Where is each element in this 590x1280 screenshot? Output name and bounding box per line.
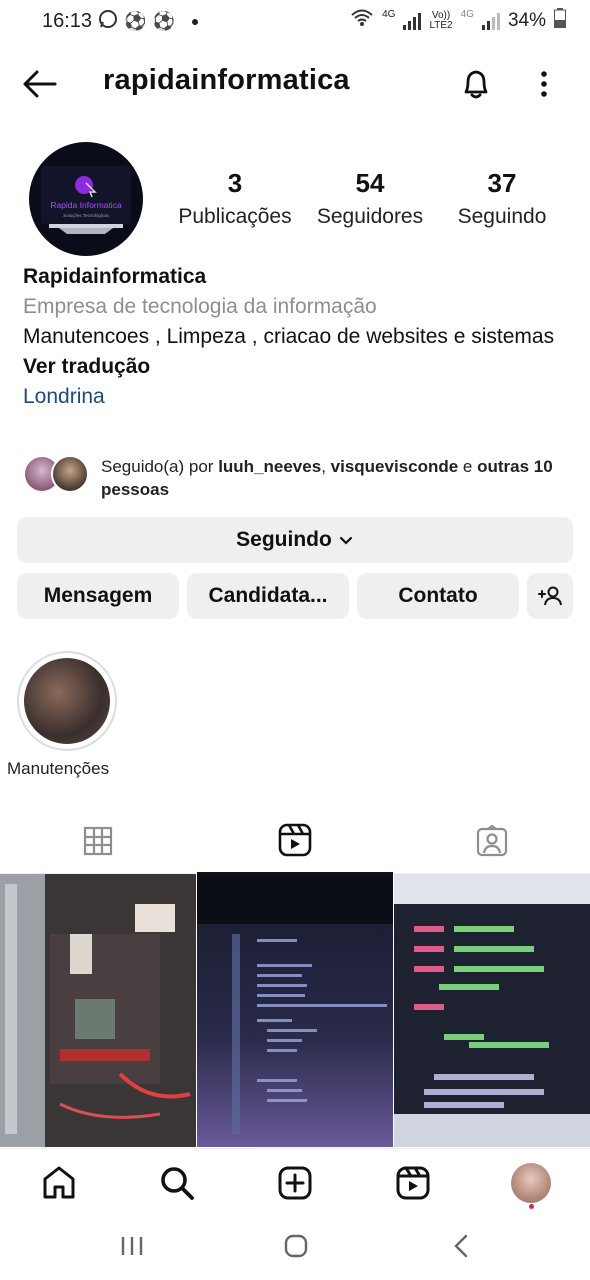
mutual-avatars	[23, 455, 93, 495]
more-vertical-icon	[541, 71, 547, 97]
reels-grid	[0, 874, 590, 1147]
stat-followers-value: 54	[355, 168, 385, 198]
reel-thumbnail[interactable]	[197, 874, 393, 1147]
followed-by-separator: ,	[321, 457, 331, 476]
recent-apps-icon	[121, 1237, 143, 1255]
story-highlight[interactable]: Manutenções	[7, 651, 117, 778]
profile-avatar[interactable]: Rapida Informatica Soluções Tecnológicas	[29, 142, 143, 256]
search-icon	[161, 1167, 194, 1200]
bio-description: Manutencoes , Limpeza , criacao de websi…	[23, 325, 555, 348]
stat-following-value: 37	[487, 168, 517, 198]
mutual-user-2[interactable]: visquevisconde	[331, 457, 459, 476]
add-post-icon	[278, 1166, 312, 1200]
message-button[interactable]: Mensagem	[17, 573, 179, 619]
home-icon	[43, 1166, 75, 1199]
apply-button-label: Candidata...	[208, 584, 328, 607]
chevron-left-icon	[454, 1234, 468, 1258]
reels-icon	[396, 1166, 430, 1200]
mutual-avatar	[51, 455, 89, 493]
stat-posts[interactable]: 3 Publicações	[165, 168, 305, 229]
bio-name: Rapidainformatica	[23, 265, 207, 288]
stat-posts-label: Publicações	[178, 205, 292, 228]
chevron-down-icon	[339, 536, 352, 545]
back-button[interactable]	[22, 66, 58, 102]
stat-following[interactable]: 37 Seguindo	[432, 168, 572, 229]
reel-image-css-code	[197, 874, 393, 1147]
contact-button[interactable]: Contato	[357, 573, 519, 619]
reel-image-hardware	[0, 874, 196, 1147]
nav-profile-avatar[interactable]	[511, 1163, 551, 1203]
reel-thumbnail[interactable]	[394, 874, 590, 1147]
bottom-navigation	[0, 1148, 590, 1214]
add-person-icon	[538, 586, 562, 606]
followed-by[interactable]: Seguido(a) por luuh_neeves, visqueviscon…	[23, 455, 568, 501]
stat-posts-value: 3	[227, 168, 243, 198]
bio-category: Empresa de tecnologia da informação	[23, 295, 377, 318]
battery-percent: 34%	[507, 10, 546, 31]
back-arrow-icon	[23, 70, 57, 98]
tab-reels[interactable]	[197, 808, 393, 874]
profile-header: rapidainformatica	[0, 52, 590, 116]
home-system-button[interactable]	[282, 1232, 310, 1265]
back-system-button[interactable]	[448, 1232, 476, 1265]
grid-icon	[83, 826, 113, 856]
profile-bio: Rapidainformatica Empresa de tecnologia …	[23, 262, 568, 412]
following-button[interactable]: Seguindo	[17, 517, 573, 563]
suggest-users-button[interactable]	[527, 573, 573, 619]
tab-tagged[interactable]	[394, 808, 590, 874]
more-options-button[interactable]	[530, 66, 558, 102]
recent-apps-button[interactable]	[118, 1232, 146, 1265]
wifi-icon	[350, 8, 374, 34]
highlight-cover	[24, 658, 110, 744]
battery-icon	[554, 8, 566, 34]
volte-indicator: Vo)) LTE2	[429, 11, 452, 31]
bell-icon	[464, 70, 488, 99]
followed-by-prefix: Seguido(a) por	[101, 457, 219, 476]
see-translation-link[interactable]: Ver tradução	[23, 352, 568, 382]
notifications-button[interactable]	[458, 66, 494, 102]
following-button-label: Seguindo	[236, 528, 332, 551]
tagged-person-icon	[476, 825, 508, 857]
followed-by-and: e	[458, 457, 478, 476]
brand-logo: Rapida Informatica Soluções Tecnológicas	[41, 166, 131, 234]
profile-username: rapidainformatica	[103, 64, 350, 96]
whatsapp-icon	[98, 9, 118, 34]
nav-create[interactable]	[275, 1163, 315, 1203]
home-circle-icon	[284, 1234, 308, 1258]
status-bar: 16:13 ⚽ ⚽ ● 4G Vo)) LTE2 4G 34%	[0, 0, 590, 42]
reels-icon	[278, 823, 312, 857]
dot-icon: ●	[190, 13, 200, 29]
brand-logo-tagline: Soluções Tecnológicas	[63, 213, 109, 218]
contact-button-label: Contato	[398, 584, 478, 607]
reel-thumbnail[interactable]	[0, 874, 196, 1147]
message-button-label: Mensagem	[43, 584, 153, 607]
network-type-label: 4G	[382, 9, 396, 20]
highlight-ring	[17, 651, 117, 751]
lte-label: LTE2	[429, 20, 453, 31]
nav-reels[interactable]	[393, 1163, 433, 1203]
bio-location-link[interactable]: Londrina	[23, 382, 568, 412]
stat-followers-label: Seguidores	[316, 205, 424, 228]
nav-home[interactable]	[39, 1163, 79, 1203]
tab-posts-grid[interactable]	[0, 808, 196, 874]
soccer-ball-icon: ⚽	[124, 10, 147, 31]
reel-image-html-code	[394, 874, 590, 1147]
nav-search[interactable]	[157, 1163, 197, 1203]
stat-followers[interactable]: 54 Seguidores	[300, 168, 440, 229]
system-navigation-bar	[0, 1214, 590, 1280]
profile-stats: 3 Publicações 54 Seguidores 37 Seguindo	[160, 168, 580, 238]
network-type-label: 4G	[460, 9, 474, 20]
mutual-user-1[interactable]: luuh_neeves	[218, 457, 321, 476]
brand-logo-text: Rapida Informatica	[50, 200, 122, 210]
followed-by-text: Seguido(a) por luuh_neeves, visqueviscon…	[101, 455, 568, 501]
signal-icon	[481, 12, 500, 30]
status-time: 16:13	[42, 9, 93, 32]
highlight-label: Manutenções	[7, 759, 110, 778]
apply-button[interactable]: Candidata...	[187, 573, 349, 619]
content-tabs	[0, 808, 590, 874]
signal-icon	[403, 12, 422, 30]
notification-dot	[529, 1204, 534, 1209]
soccer-ball-icon: ⚽	[152, 10, 175, 31]
stat-following-label: Seguindo	[457, 205, 547, 228]
